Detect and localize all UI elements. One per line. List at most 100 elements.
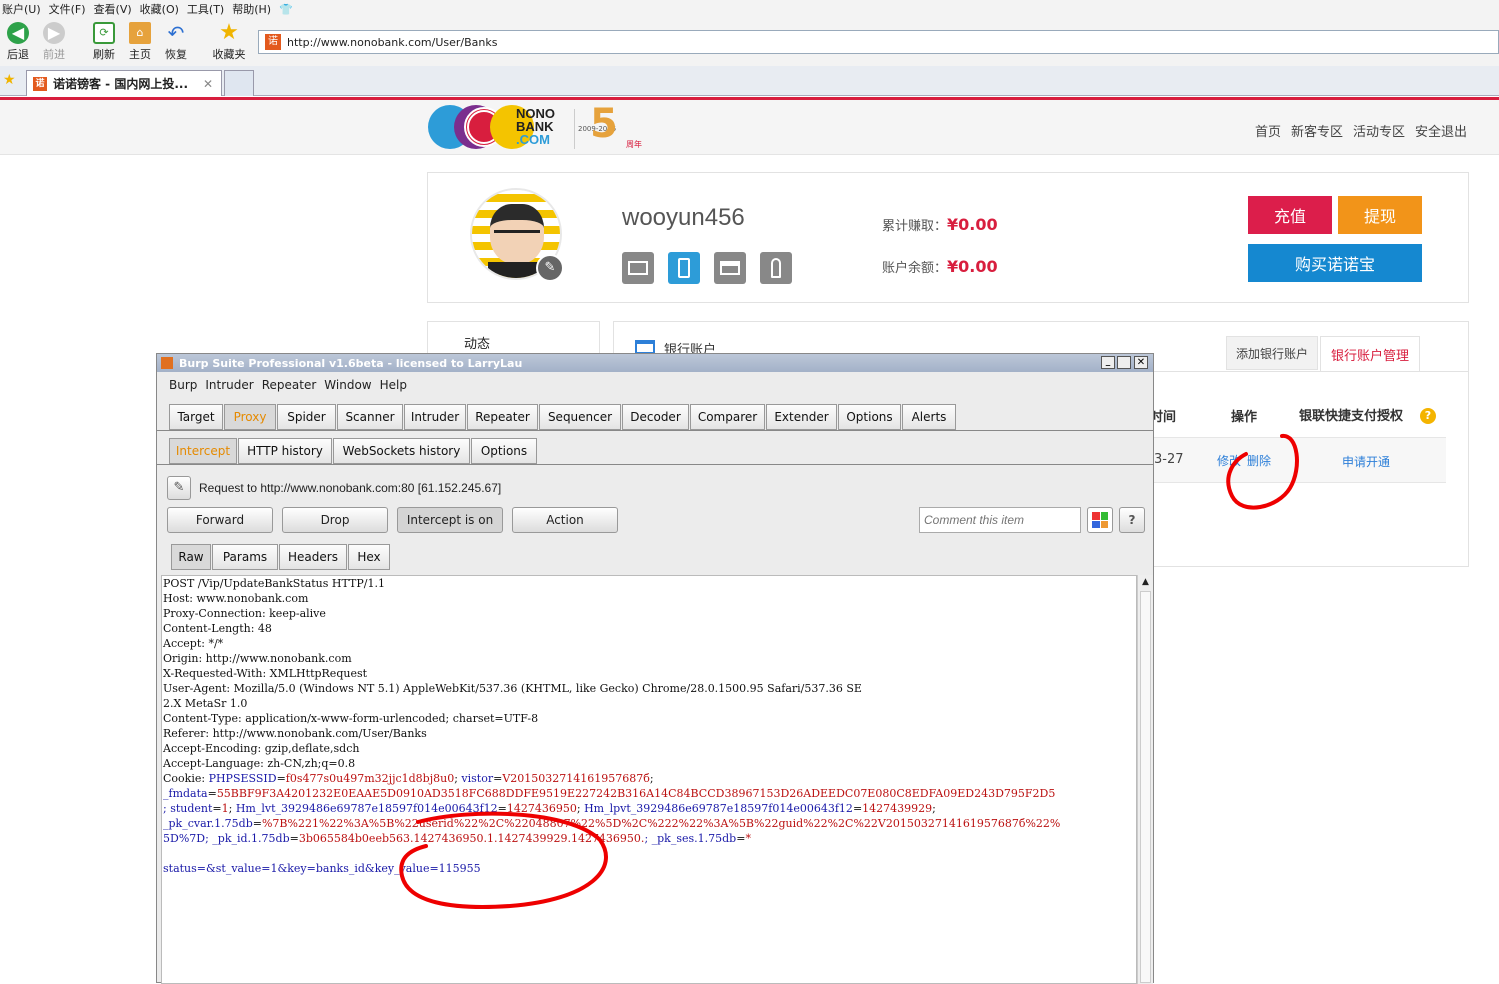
burp-window: Burp Suite Professional v1.6beta - licen… xyxy=(156,353,1154,984)
tab-extender[interactable]: Extender xyxy=(766,404,837,430)
header-operation: 操作 xyxy=(1231,410,1258,425)
subtab-options[interactable]: Options xyxy=(471,438,537,464)
key-icon[interactable] xyxy=(760,252,792,284)
nav-logout[interactable]: 安全退出 xyxy=(1415,121,1467,140)
earned-row: 累计赚取： ¥0.00 xyxy=(882,215,998,234)
star-icon: ★ xyxy=(219,20,239,45)
tab-favicon-icon: 诺 xyxy=(33,76,47,91)
burp-title: Burp Suite Professional v1.6beta - licen… xyxy=(179,356,523,370)
burp-menu-help[interactable]: Help xyxy=(380,378,407,392)
editor-scrollbar[interactable]: ▲ xyxy=(1137,575,1153,984)
tab-alerts[interactable]: Alerts xyxy=(902,404,956,430)
tab-options[interactable]: Options xyxy=(838,404,901,430)
menu-tools[interactable]: 工具(T) xyxy=(187,1,224,17)
phone-icon[interactable] xyxy=(668,252,700,284)
new-tab-button[interactable] xyxy=(224,70,254,96)
tab-add-bank-account[interactable]: 添加银行账户 xyxy=(1226,336,1318,370)
burp-menu-burp[interactable]: Burp xyxy=(169,378,197,392)
tab-scanner[interactable]: Scanner xyxy=(337,404,403,430)
logo-divider xyxy=(574,109,575,149)
help-button-burp[interactable]: ? xyxy=(1119,507,1145,533)
back-arrow-icon: ◀ xyxy=(7,22,29,44)
refresh-button[interactable]: ⟳ 刷新 xyxy=(86,20,122,62)
balance-value: ¥0.00 xyxy=(947,257,998,276)
action-button[interactable]: Action xyxy=(512,507,618,533)
tab-intruder[interactable]: Intruder xyxy=(404,404,466,430)
bank-card-title-icon xyxy=(635,340,655,354)
scroll-up-arrow-icon[interactable]: ▲ xyxy=(1138,575,1153,589)
scroll-thumb[interactable] xyxy=(1140,591,1151,983)
tab-bank-account-manage[interactable]: 银行账户管理 xyxy=(1320,336,1420,372)
burp-menu-intruder[interactable]: Intruder xyxy=(205,378,253,392)
burp-menu-window[interactable]: Window xyxy=(324,378,371,392)
browser-tab-active[interactable]: 诺 诺诺镑客 - 国内网上投... ✕ xyxy=(26,70,222,96)
bank-card-icon[interactable] xyxy=(714,252,746,284)
comment-input[interactable] xyxy=(919,507,1081,533)
burp-app-icon xyxy=(161,357,173,369)
color-swatch-red xyxy=(1092,512,1100,520)
close-window-button[interactable]: ✕ xyxy=(1134,356,1148,369)
intercept-toggle-button[interactable]: Intercept is on xyxy=(397,507,503,533)
menu-favorites[interactable]: 收藏(O) xyxy=(140,1,179,17)
forward-button-burp[interactable]: Forward xyxy=(167,507,273,533)
site-nav: 首页 新客专区 活动专区 安全退出 xyxy=(1255,121,1467,140)
shirt-icon[interactable]: 👕 xyxy=(279,3,293,16)
highlight-color-button[interactable] xyxy=(1087,507,1113,533)
subtab-http-history[interactable]: HTTP history xyxy=(238,438,332,464)
nav-newcomer[interactable]: 新客专区 xyxy=(1291,121,1343,140)
close-tab-icon[interactable]: ✕ xyxy=(203,77,213,91)
undo-icon: ↶ xyxy=(167,21,185,45)
favorites-star-icon[interactable]: ★ xyxy=(3,72,16,88)
back-button[interactable]: ◀ 后退 xyxy=(0,20,36,62)
tab-spider[interactable]: Spider xyxy=(277,404,336,430)
subtab-websockets-history[interactable]: WebSockets history xyxy=(333,438,470,464)
drop-button[interactable]: Drop xyxy=(282,507,388,533)
subtab-intercept[interactable]: Intercept xyxy=(169,438,237,464)
request-editor[interactable]: POST /Vip/UpdateBankStatus HTTP/1.1 Host… xyxy=(161,575,1137,984)
tab-sequencer[interactable]: Sequencer xyxy=(539,404,621,430)
tab-target[interactable]: Target xyxy=(169,404,223,430)
user-info-panel xyxy=(427,172,1469,303)
burp-title-bar: Burp Suite Professional v1.6beta - licen… xyxy=(157,354,1153,372)
refresh-icon: ⟳ xyxy=(93,22,115,44)
balance-label: 账户余额： xyxy=(882,261,948,276)
pencil-icon[interactable]: ✎ xyxy=(167,476,191,500)
edit-avatar-icon[interactable]: ✎ xyxy=(536,254,564,282)
tab-comparer[interactable]: Comparer xyxy=(690,404,765,430)
address-bar[interactable]: 诺 http://www.nonobank.com/User/Banks xyxy=(258,30,1499,54)
menu-file[interactable]: 文件(F) xyxy=(49,1,86,17)
favorites-button[interactable]: ★ 收藏夹 xyxy=(208,20,250,62)
main-tab-strip xyxy=(157,430,1153,431)
avatar-glasses xyxy=(494,230,540,238)
nav-activity[interactable]: 活动专区 xyxy=(1353,121,1405,140)
minimize-button[interactable]: _ xyxy=(1101,356,1115,369)
menu-account[interactable]: 账户(U) xyxy=(2,1,41,17)
recharge-button[interactable]: 充值 xyxy=(1248,196,1332,234)
menu-view[interactable]: 查看(V) xyxy=(94,1,132,17)
forward-button[interactable]: ▶ 前进 xyxy=(36,20,72,62)
withdraw-button[interactable]: 提现 xyxy=(1338,196,1422,234)
tab-decoder[interactable]: Decoder xyxy=(622,404,689,430)
view-tab-hex[interactable]: Hex xyxy=(348,544,390,570)
view-tab-raw[interactable]: Raw xyxy=(171,544,211,570)
view-tab-params[interactable]: Params xyxy=(212,544,278,570)
address-url: http://www.nonobank.com/User/Banks xyxy=(287,35,498,49)
view-tab-headers[interactable]: Headers xyxy=(279,544,347,570)
color-swatch-orange xyxy=(1100,520,1108,528)
sidebar-item-dynamic[interactable]: 动态 xyxy=(427,321,600,355)
home-button[interactable]: ⌂ 主页 xyxy=(122,20,158,62)
nav-home[interactable]: 首页 xyxy=(1255,121,1281,140)
buy-nonobao-button[interactable]: 购买诺诺宝 xyxy=(1248,244,1422,282)
id-card-icon[interactable] xyxy=(622,252,654,284)
burp-menubar: Burp Intruder Repeater Window Help xyxy=(157,372,1153,398)
earned-value: ¥0.00 xyxy=(947,215,998,234)
restore-button[interactable]: ↶ 恢复 xyxy=(158,20,194,62)
maximize-button[interactable] xyxy=(1117,356,1131,369)
site-logo[interactable]: NONO BANK .COM 2009-2015 5 周年 xyxy=(428,101,648,151)
apply-link[interactable]: 申请开通 xyxy=(1342,453,1390,470)
burp-menu-repeater[interactable]: Repeater xyxy=(262,378,317,392)
tab-repeater[interactable]: Repeater xyxy=(467,404,538,430)
tab-proxy[interactable]: Proxy xyxy=(224,404,276,430)
menu-help[interactable]: 帮助(H) xyxy=(232,1,271,17)
help-icon[interactable]: ? xyxy=(1420,408,1436,424)
